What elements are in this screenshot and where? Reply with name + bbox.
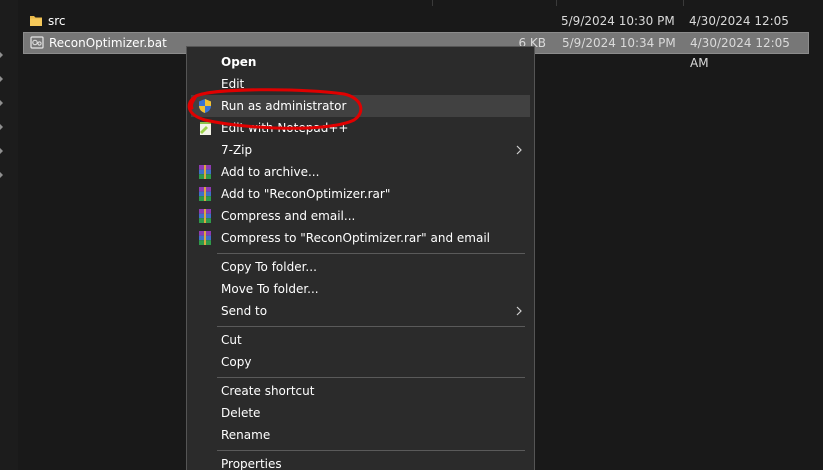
menu-item-send-to[interactable]: Send to: [191, 300, 530, 322]
expand-arrow-icon[interactable]: [0, 76, 3, 82]
menu-item-label: Copy To folder...: [221, 260, 317, 274]
menu-item-run-as-administrator[interactable]: Run as administrator: [191, 95, 530, 117]
menu-item-label: Send to: [221, 304, 268, 318]
menu-item-compress-to-rar-and-email[interactable]: Compress to "ReconOptimizer.rar" and ema…: [191, 227, 530, 249]
column-divider[interactable]: [432, 0, 433, 6]
menu-item-edit-with-notepad-plus-plus[interactable]: Edit with Notepad++: [191, 117, 530, 139]
menu-separator: [217, 377, 525, 378]
menu-item-label: Properties: [221, 457, 282, 470]
file-row-src[interactable]: src 5/9/2024 10:30 PM 4/30/2024 12:05 AM: [23, 10, 809, 50]
menu-item-label: Create shortcut: [221, 384, 315, 398]
notepad-plus-plus-icon: [200, 122, 211, 135]
menu-item-delete[interactable]: Delete: [191, 402, 530, 424]
menu-item-label: Delete: [221, 406, 261, 420]
menu-item-create-shortcut[interactable]: Create shortcut: [191, 380, 530, 402]
file-date-created: 4/30/2024 12:05 AM: [690, 36, 790, 70]
file-name: src: [48, 14, 66, 28]
menu-separator: [217, 326, 525, 327]
menu-item-add-to-rar[interactable]: Add to "ReconOptimizer.rar": [191, 183, 530, 205]
winrar-icon: [199, 187, 211, 201]
winrar-icon: [199, 209, 211, 223]
menu-item-label: Compress and email...: [221, 209, 356, 223]
chevron-right-icon: [516, 306, 522, 316]
menu-item-rename[interactable]: Rename: [191, 424, 530, 446]
menu-item-label: Edit with Notepad++: [221, 121, 349, 135]
expand-arrow-icon[interactable]: [0, 172, 3, 178]
navigation-pane[interactable]: [0, 0, 18, 470]
file-name: ReconOptimizer.bat: [49, 36, 167, 50]
menu-item-edit[interactable]: Edit: [191, 73, 530, 95]
menu-item-7-zip[interactable]: 7-Zip: [191, 139, 530, 161]
menu-item-label: Open: [221, 55, 257, 69]
menu-item-label: Rename: [221, 428, 271, 442]
folder-icon: [30, 16, 42, 26]
menu-item-move-to-folder[interactable]: Move To folder...: [191, 278, 530, 300]
batch-file-icon: [30, 36, 44, 49]
menu-item-open[interactable]: Open: [191, 51, 530, 73]
file-date-modified: 5/9/2024 10:34 PM: [562, 36, 676, 50]
menu-item-label: Run as administrator: [221, 99, 347, 113]
uac-shield-icon: [199, 99, 211, 113]
menu-item-label: Add to "ReconOptimizer.rar": [221, 187, 391, 201]
menu-item-copy[interactable]: Copy: [191, 351, 530, 373]
chevron-right-icon: [516, 145, 522, 155]
menu-separator: [217, 450, 525, 451]
file-date-modified: 5/9/2024 10:30 PM: [561, 14, 675, 28]
expand-arrow-icon[interactable]: [0, 52, 3, 58]
menu-item-label: Add to archive...: [221, 165, 320, 179]
file-explorer-window: src 5/9/2024 10:30 PM 4/30/2024 12:05 AM…: [0, 0, 823, 470]
winrar-icon: [199, 165, 211, 179]
menu-item-label: Edit: [221, 77, 245, 91]
menu-item-label: Compress to "ReconOptimizer.rar" and ema…: [221, 231, 490, 245]
menu-item-add-to-archive[interactable]: Add to archive...: [191, 161, 530, 183]
expand-arrow-icon[interactable]: [0, 148, 3, 154]
menu-item-label: Move To folder...: [221, 282, 319, 296]
menu-separator: [217, 253, 525, 254]
menu-item-properties[interactable]: Properties: [191, 453, 530, 470]
context-menu: Open Edit Run as administrator Edit with…: [186, 46, 535, 470]
column-divider[interactable]: [683, 0, 684, 6]
menu-item-label: Copy: [221, 355, 252, 369]
column-divider[interactable]: [556, 0, 557, 6]
expand-arrow-icon[interactable]: [0, 100, 3, 106]
menu-item-compress-and-email[interactable]: Compress and email...: [191, 205, 530, 227]
menu-item-copy-to-folder[interactable]: Copy To folder...: [191, 256, 530, 278]
menu-item-label: 7-Zip: [221, 143, 253, 157]
expand-arrow-icon[interactable]: [0, 124, 3, 130]
menu-item-cut[interactable]: Cut: [191, 329, 530, 351]
menu-item-label: Cut: [221, 333, 242, 347]
winrar-icon: [199, 231, 211, 245]
